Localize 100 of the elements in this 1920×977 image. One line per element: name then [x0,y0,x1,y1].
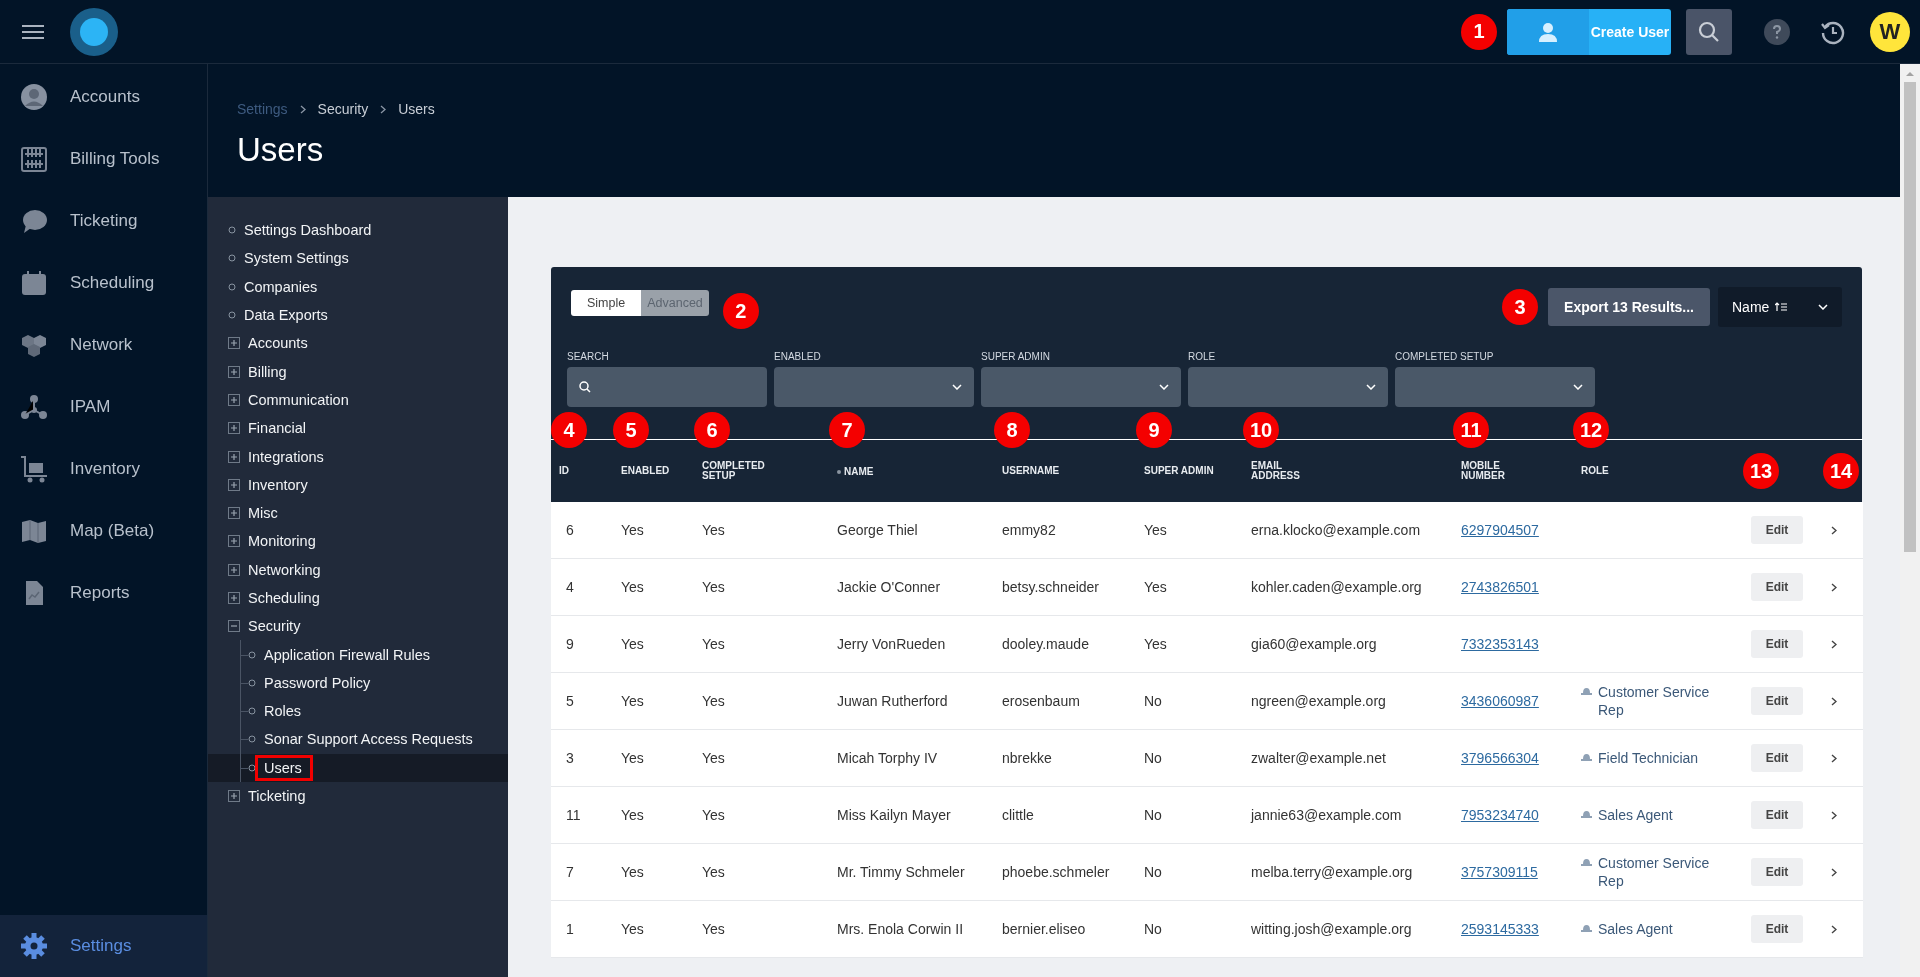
phone-link[interactable]: 2743826501 [1461,578,1539,595]
nav-item[interactable]: Map (Beta) [0,500,207,562]
settings-nav-item[interactable]: Settings Dashboard [208,216,508,245]
settings-nav-item[interactable]: Ticketing [208,781,508,811]
settings-nav-item[interactable]: Networking [208,555,508,584]
edit-button[interactable]: Edit [1751,915,1803,943]
select-field[interactable] [1395,367,1595,407]
scrollbar[interactable] [1900,64,1920,977]
phone-link[interactable]: 2593145333 [1461,920,1539,937]
settings-nav-item[interactable]: Data Exports [208,300,508,330]
settings-nav-item[interactable]: Scheduling [208,583,508,613]
step-marker: 12 [1573,412,1609,448]
search-button[interactable] [1686,8,1732,55]
column-header[interactable]: NAME [837,466,874,477]
settings-nav-item[interactable]: Companies [208,272,508,301]
expand-icon [228,478,240,491]
nav-item[interactable]: Ticketing [0,190,207,252]
phone-link[interactable]: 3796566304 [1461,749,1539,766]
expand-icon [228,535,240,548]
phone-link[interactable]: 7953234740 [1461,806,1539,823]
gear-icon [20,932,48,960]
table-cell: betsy.schneider [1002,578,1099,595]
column-header[interactable]: EMAIL ADDRESS [1251,461,1326,481]
step-marker: 4 [551,412,587,448]
chevron-right-icon[interactable] [1831,867,1837,877]
column-header[interactable]: SUPER ADMIN [1144,466,1214,476]
phone-link[interactable]: 7332353143 [1461,635,1539,652]
help-icon[interactable] [1764,18,1790,45]
column-header[interactable]: ID [559,466,569,476]
edit-button[interactable]: Edit [1751,744,1803,772]
settings-nav-item[interactable]: Integrations [208,442,508,471]
search-field[interactable] [567,367,767,407]
chevron-right-icon[interactable] [1831,810,1837,820]
table-cell: Jackie O'Conner [837,578,941,595]
table-cell: 1 [566,920,574,937]
settings-nav-item[interactable]: Application Firewall Rules [208,640,508,669]
nav-item[interactable]: Billing Tools [0,128,207,190]
nav-item[interactable]: Inventory [0,438,207,500]
settings-nav-item[interactable]: Security [208,612,508,641]
step-marker: 1 [1461,13,1497,50]
column-header[interactable]: MOBILE NUMBER [1461,461,1536,481]
bullet-icon [248,707,256,716]
settings-nav-item[interactable]: Password Policy [208,668,508,698]
settings-nav-item[interactable]: System Settings [208,244,508,273]
settings-nav-item[interactable]: Users [208,753,508,782]
settings-nav-item[interactable]: Accounts [208,329,508,358]
column-header[interactable]: ROLE [1581,466,1609,476]
nav-item[interactable]: Reports [0,562,207,624]
phone-link[interactable]: 3757309115 [1461,863,1538,880]
settings-nav-item[interactable]: Inventory [208,470,508,499]
nav-icon [20,83,48,111]
edit-button[interactable]: Edit [1751,573,1803,601]
edit-button[interactable]: Edit [1751,687,1803,715]
chevron-right-icon[interactable] [1831,924,1837,934]
edit-button[interactable]: Edit [1751,801,1803,829]
edit-button[interactable]: Edit [1751,630,1803,658]
step-marker: 10 [1243,412,1279,448]
edit-button[interactable]: Edit [1751,858,1803,886]
chevron-right-icon[interactable] [1831,639,1837,649]
role-label: Customer Service Rep [1598,682,1711,720]
settings-nav-item[interactable]: Communication [208,385,508,415]
chevron-right-icon[interactable] [1831,696,1837,706]
chevron-right-icon[interactable] [1831,753,1837,763]
table-cell: Jerry VonRueden [837,635,946,652]
column-header[interactable]: COMPLETED SETUP [702,461,777,481]
settings-nav-item[interactable]: Misc [208,498,508,528]
export-button[interactable]: Export 13 Results... [1548,288,1710,326]
menu-icon[interactable] [22,23,44,40]
logo-icon[interactable] [70,7,118,56]
nav-item[interactable]: Accounts [0,66,207,128]
nav-item[interactable]: Network [0,314,207,376]
phone-link[interactable]: 6297904507 [1461,521,1539,538]
chevron-down-icon [1366,384,1376,390]
column-header[interactable]: USERNAME [1002,466,1060,476]
select-field[interactable] [1188,367,1388,407]
settings-nav-item[interactable]: Financial [208,414,508,443]
role-label: Field Technician [1598,748,1699,768]
nav-icon [20,393,48,421]
chevron-right-icon[interactable] [1831,525,1837,535]
table-cell: 5 [566,692,574,709]
nav-item[interactable]: Settings [0,915,207,977]
settings-nav-item[interactable]: Sonar Support Access Requests [208,725,508,754]
nav-icon [20,269,48,297]
phone-link[interactable]: 3436060987 [1461,692,1539,709]
settings-nav-item[interactable]: Roles [208,697,508,726]
column-header[interactable]: ENABLED [621,466,670,476]
edit-button[interactable]: Edit [1751,516,1803,544]
select-field[interactable] [981,367,1181,407]
nav-icon [20,207,48,235]
avatar[interactable]: W [1870,11,1910,52]
table-cell: Yes [702,863,725,880]
nav-item[interactable]: Scheduling [0,252,207,314]
sort-dropdown[interactable]: Name [1718,287,1842,327]
mode-tab[interactable]: Simple [571,290,642,316]
settings-nav-item[interactable]: Billing [208,357,508,386]
step-marker: 13 [1743,453,1779,489]
settings-nav-item[interactable]: Monitoring [208,527,508,556]
select-field[interactable] [774,367,974,407]
nav-item[interactable]: IPAM [0,376,207,438]
chevron-right-icon[interactable] [1831,582,1837,592]
